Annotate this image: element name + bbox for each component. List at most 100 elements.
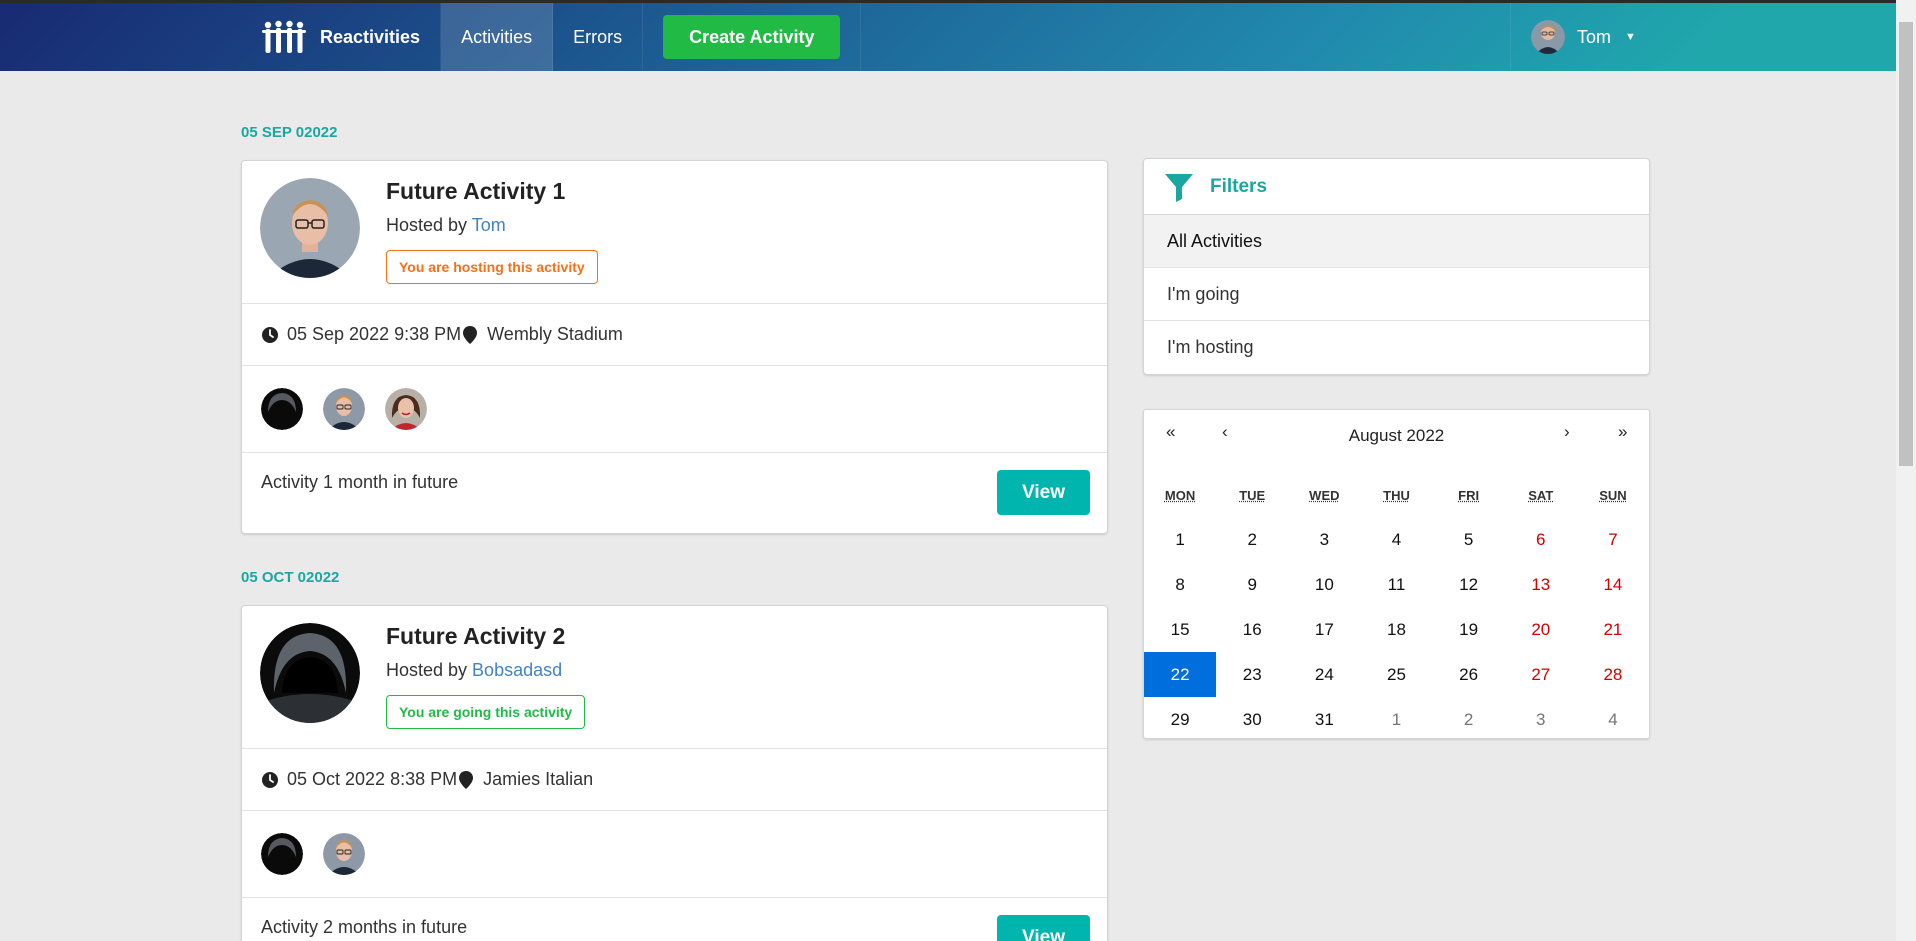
- hosted-by: Hosted by Bobsadasd: [386, 660, 562, 681]
- calendar-day[interactable]: 14: [1577, 562, 1649, 607]
- calendar-day[interactable]: 3: [1288, 517, 1360, 562]
- attendee-avatar[interactable]: [385, 388, 427, 430]
- calendar-day[interactable]: 29: [1144, 697, 1216, 742]
- scrollbar-thumb[interactable]: [1899, 22, 1913, 466]
- calendar-day[interactable]: 10: [1288, 562, 1360, 607]
- caret-down-icon: ▼: [1625, 31, 1636, 43]
- calendar-day[interactable]: 15: [1144, 607, 1216, 652]
- host-link[interactable]: Tom: [472, 215, 506, 235]
- weekday-label: SUN: [1577, 488, 1649, 503]
- calendar-day[interactable]: 24: [1288, 652, 1360, 697]
- calendar-day[interactable]: 2: [1216, 517, 1288, 562]
- calendar-day[interactable]: 12: [1433, 562, 1505, 607]
- calendar-day[interactable]: 21: [1577, 607, 1649, 652]
- calendar-day[interactable]: 2: [1433, 697, 1505, 742]
- user-name: Tom: [1577, 27, 1611, 48]
- calendar-day[interactable]: 23: [1216, 652, 1288, 697]
- activity-info: 05 Oct 2022 8:38 PM Jamies Italian: [242, 749, 1107, 811]
- next-year-button[interactable]: »: [1618, 422, 1627, 442]
- filter-im-going[interactable]: I'm going: [1144, 268, 1649, 321]
- clock-icon: [261, 326, 279, 344]
- calendar-day[interactable]: 1: [1144, 517, 1216, 562]
- filter-im-hosting[interactable]: I'm hosting: [1144, 321, 1649, 374]
- calendar-day[interactable]: 19: [1433, 607, 1505, 652]
- prev-month-button[interactable]: ‹: [1222, 422, 1228, 442]
- attendee-avatar[interactable]: [323, 833, 365, 875]
- attendee-avatar[interactable]: [261, 388, 303, 430]
- calendar-day[interactable]: 25: [1360, 652, 1432, 697]
- filter-icon: [1164, 172, 1194, 202]
- nav-activities[interactable]: Activities: [441, 3, 553, 71]
- calendar-day[interactable]: 13: [1505, 562, 1577, 607]
- hosted-by-label: Hosted by: [386, 215, 472, 235]
- activity-footer: Activity 1 month in future View: [242, 453, 1107, 533]
- host-photo[interactable]: [260, 178, 360, 278]
- hosted-by: Hosted by Tom: [386, 215, 506, 236]
- calendar-day[interactable]: 16: [1216, 607, 1288, 652]
- next-month-button[interactable]: ›: [1564, 422, 1570, 442]
- filters-title: Filters: [1210, 176, 1267, 198]
- create-activity-wrapper: Create Activity: [643, 3, 861, 71]
- hosting-badge: You are hosting this activity: [386, 250, 598, 284]
- calendar-day[interactable]: 7: [1577, 517, 1649, 562]
- calendar-day[interactable]: 9: [1216, 562, 1288, 607]
- activity-card: Future Activity 2 Hosted by Bobsadasd Yo…: [241, 605, 1108, 941]
- create-activity-button[interactable]: Create Activity: [663, 15, 840, 59]
- calendar-day[interactable]: 20: [1505, 607, 1577, 652]
- brand-name: Reactivities: [320, 27, 420, 48]
- weekday-label: SAT: [1505, 488, 1577, 503]
- calendar-weekdays: MON TUE WED THU FRI SAT SUN: [1144, 488, 1649, 503]
- calendar-day[interactable]: 3: [1505, 697, 1577, 742]
- activity-title[interactable]: Future Activity 2: [386, 623, 565, 650]
- calendar-day[interactable]: 8: [1144, 562, 1216, 607]
- page-scrollbar[interactable]: [1896, 0, 1916, 941]
- weekday-label: FRI: [1433, 488, 1505, 503]
- activity-venue: Jamies Italian: [483, 769, 593, 790]
- activity-venue: Wembly Stadium: [487, 324, 623, 345]
- calendar-days-grid: 1 2 3 4 5 6 7 8 9 10 11 12 13 14 15 16 17 18 19 20 21 22 23 24 2…: [1144, 517, 1649, 742]
- calendar-day[interactable]: 28: [1577, 652, 1649, 697]
- calendar-day[interactable]: 18: [1360, 607, 1432, 652]
- map-marker-icon: [459, 771, 473, 789]
- logo-icon: [262, 20, 306, 54]
- calendar-day[interactable]: 4: [1577, 697, 1649, 742]
- host-photo[interactable]: [260, 623, 360, 723]
- host-link[interactable]: Bobsadasd: [472, 660, 562, 680]
- prev-year-button[interactable]: «: [1166, 422, 1175, 442]
- activity-card-header: Future Activity 2 Hosted by Bobsadasd Yo…: [242, 606, 1107, 749]
- attendee-avatar[interactable]: [323, 388, 365, 430]
- activity-card: Future Activity 1 Hosted by Tom You are …: [241, 160, 1108, 534]
- weekday-label: THU: [1360, 488, 1432, 503]
- activity-description: Activity 2 months in future: [261, 917, 467, 938]
- activity-footer: Activity 2 months in future View: [242, 898, 1107, 941]
- user-avatar: [1531, 20, 1565, 54]
- filters-panel: Filters All Activities I'm going I'm hos…: [1143, 158, 1650, 375]
- nav-errors[interactable]: Errors: [553, 3, 643, 71]
- calendar-day[interactable]: 31: [1288, 697, 1360, 742]
- calendar-day[interactable]: 1: [1360, 697, 1432, 742]
- weekday-label: WED: [1288, 488, 1360, 503]
- brand-link[interactable]: Reactivities: [242, 3, 441, 71]
- calendar-day[interactable]: 17: [1288, 607, 1360, 652]
- view-button[interactable]: View: [997, 470, 1090, 515]
- calendar-day[interactable]: 11: [1360, 562, 1432, 607]
- nav-menu: Reactivities Activities Errors Create Ac…: [242, 3, 861, 71]
- calendar-day[interactable]: 30: [1216, 697, 1288, 742]
- weekday-label: MON: [1144, 488, 1216, 503]
- calendar-day[interactable]: 27: [1505, 652, 1577, 697]
- filters-header: Filters: [1144, 159, 1649, 215]
- activity-datetime: 05 Oct 2022 8:38 PM: [287, 769, 457, 790]
- attendees-list: [242, 366, 1107, 453]
- calendar-day[interactable]: 22: [1144, 652, 1216, 697]
- activity-info: 05 Sep 2022 9:38 PM Wembly Stadium: [242, 304, 1107, 366]
- calendar-day[interactable]: 4: [1360, 517, 1432, 562]
- filter-all-activities[interactable]: All Activities: [1144, 215, 1649, 268]
- attendee-avatar[interactable]: [261, 833, 303, 875]
- activity-title[interactable]: Future Activity 1: [386, 178, 565, 205]
- view-button[interactable]: View: [997, 915, 1090, 941]
- going-badge: You are going this activity: [386, 695, 585, 729]
- user-dropdown[interactable]: Tom ▼: [1510, 3, 1656, 71]
- calendar-day[interactable]: 26: [1433, 652, 1505, 697]
- calendar-day[interactable]: 6: [1505, 517, 1577, 562]
- calendar-day[interactable]: 5: [1433, 517, 1505, 562]
